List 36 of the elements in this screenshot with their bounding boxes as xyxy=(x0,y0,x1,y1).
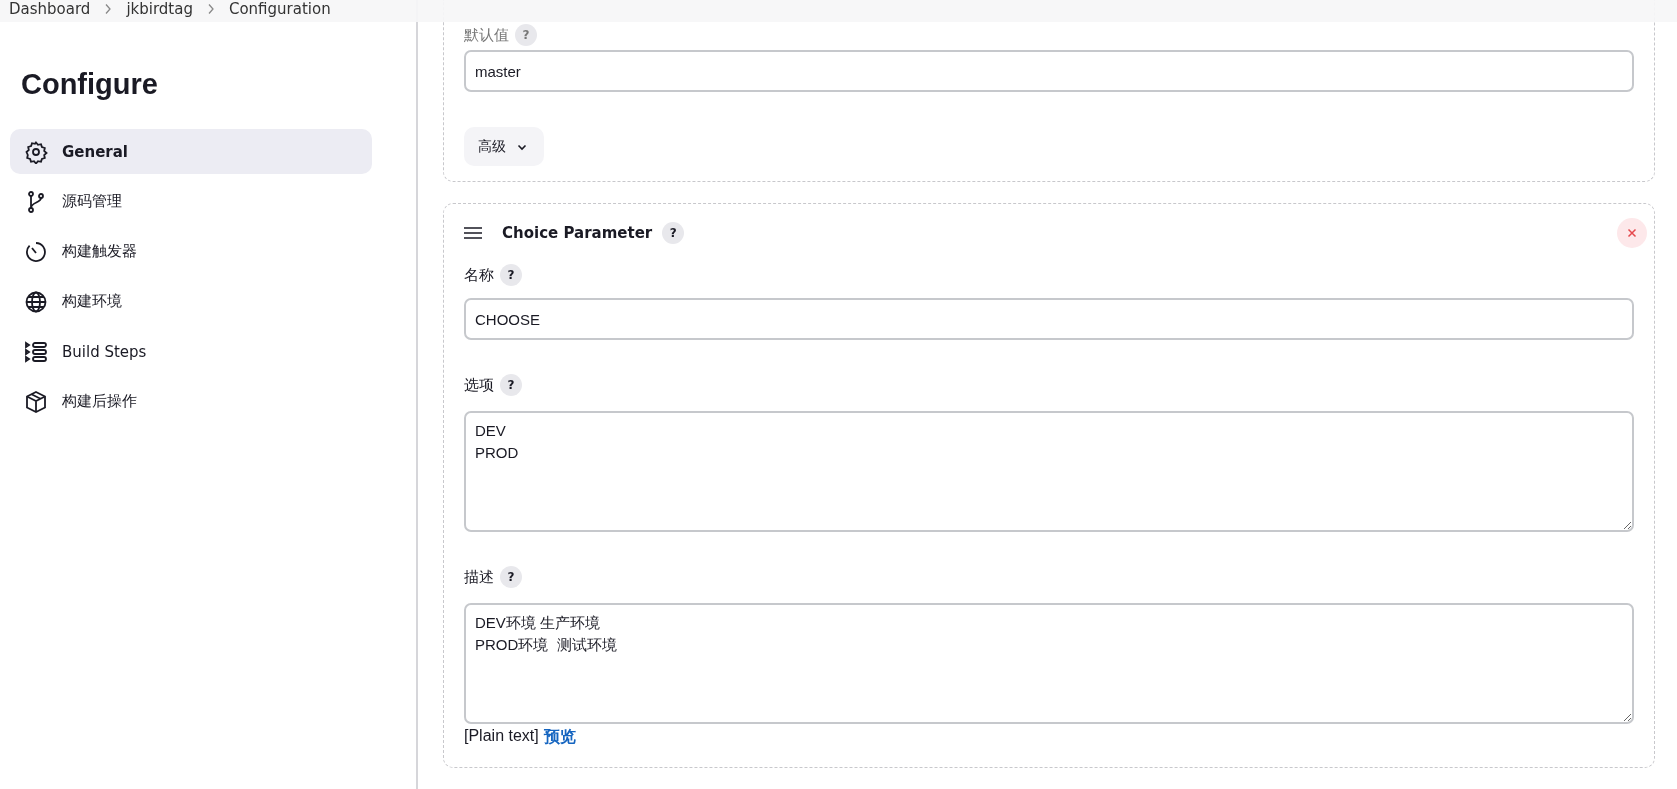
field-label: 选项 xyxy=(464,375,494,395)
breadcrumb-link[interactable]: Configuration xyxy=(228,0,331,18)
sidebar-item[interactable]: 源码管理 xyxy=(10,179,372,224)
format-label: [Plain text] xyxy=(464,727,539,746)
sidebar-item[interactable]: General xyxy=(10,129,372,174)
field-label: 描述 xyxy=(464,567,494,587)
breadcrumb-link[interactable]: jkbirdtag xyxy=(126,0,193,18)
close-icon xyxy=(1627,228,1637,238)
text-area[interactable]: DEV环境 生产环境 PROD环境 测试环境 xyxy=(464,603,1634,724)
help-button[interactable]: ? xyxy=(500,566,522,588)
sidebar-item[interactable]: 构建环境 xyxy=(10,279,372,324)
sidebar-item[interactable]: Build Steps xyxy=(10,329,372,374)
input-field[interactable]: CHOOSE xyxy=(464,298,1634,340)
field-label: 默认值 xyxy=(464,25,509,45)
text-area[interactable]: DEV PROD xyxy=(464,411,1634,532)
input-field[interactable]: master xyxy=(464,50,1634,92)
help-button[interactable]: ? xyxy=(515,24,537,46)
field-label: 名称 xyxy=(464,265,494,285)
timer-icon xyxy=(24,239,48,264)
sidebar-item[interactable]: 构建触发器 xyxy=(10,229,372,274)
help-button[interactable]: ? xyxy=(662,222,685,244)
parameter-title: Choice Parameter xyxy=(502,224,653,242)
settings-icon xyxy=(24,139,48,164)
package-icon xyxy=(24,389,48,414)
page-title: Configure xyxy=(21,68,159,101)
drag-handle-icon[interactable] xyxy=(464,227,482,239)
globe-icon xyxy=(24,289,48,314)
help-button[interactable]: ? xyxy=(500,374,522,396)
advanced-button[interactable]: 高级 xyxy=(464,127,544,166)
chevron-right-icon xyxy=(206,3,215,15)
breadcrumb-link[interactable]: Dashboard xyxy=(9,0,91,18)
list-icon xyxy=(24,339,48,364)
chevron-right-icon xyxy=(104,3,113,15)
help-button[interactable]: ? xyxy=(500,264,522,286)
sidebar-item[interactable]: 构建后操作 xyxy=(10,379,372,424)
preview-link[interactable]: 预览 xyxy=(543,727,576,748)
